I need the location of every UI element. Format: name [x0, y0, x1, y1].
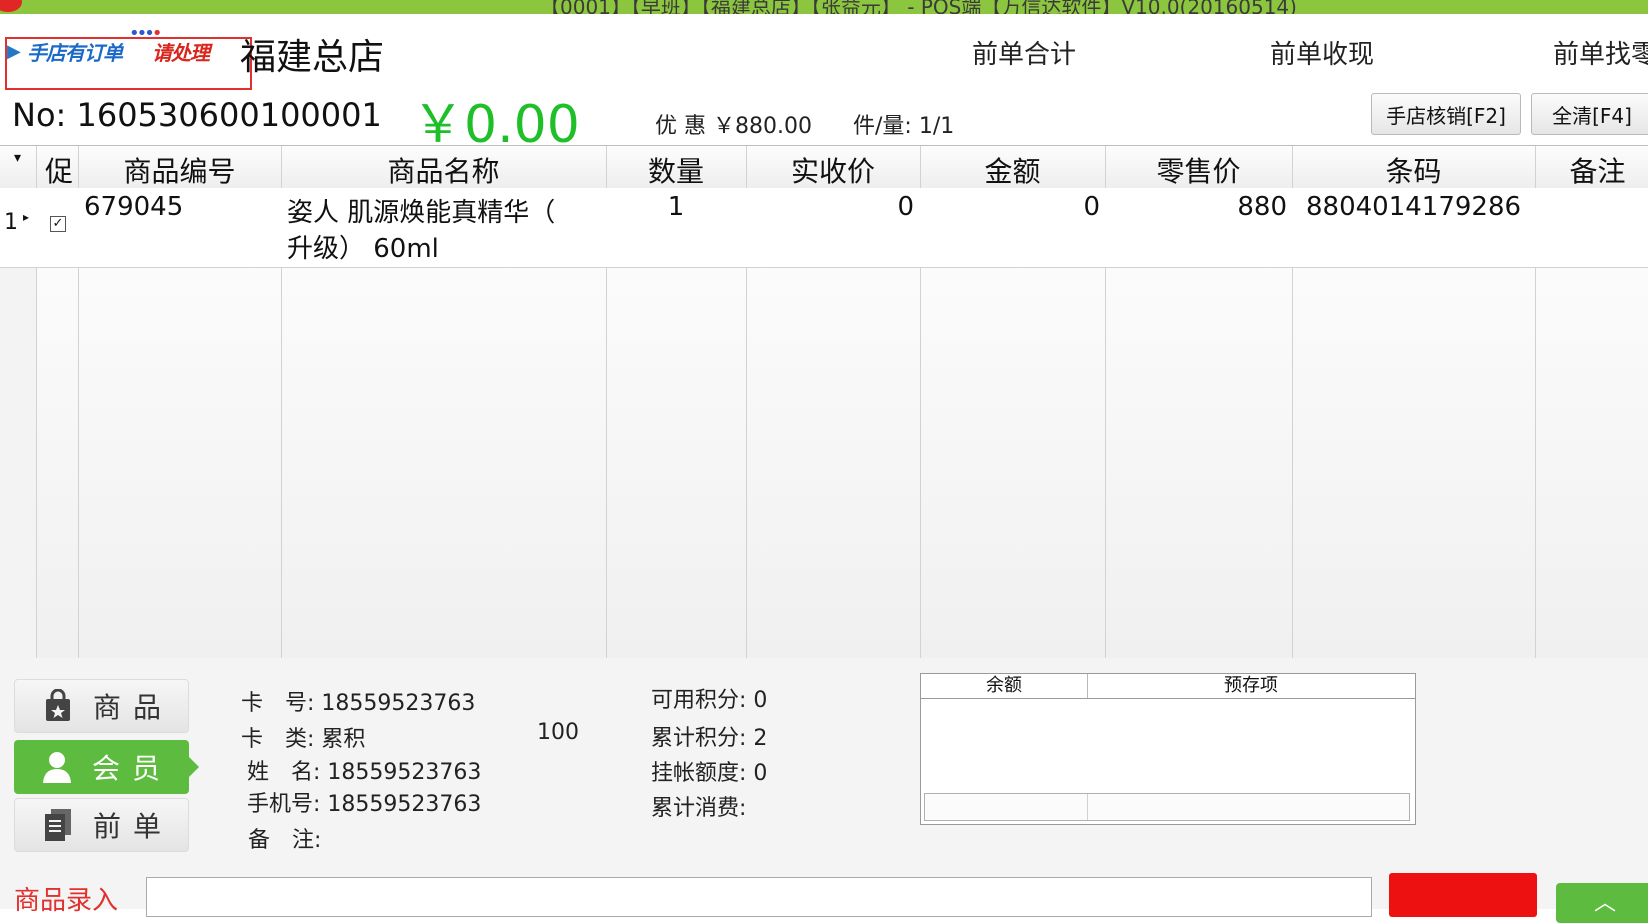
cell-retail-price: 880 [1237, 192, 1287, 222]
col-stored-item[interactable]: 预存项 [1087, 674, 1415, 699]
shop-verify-button[interactable]: 手店核销[F2] [1371, 93, 1521, 135]
prev-order-total: 前单合计 [972, 40, 1077, 70]
col-actual-price[interactable]: 实收价 [746, 150, 920, 190]
document-icon [45, 809, 71, 841]
clear-all-button[interactable]: 全清[F4] [1531, 93, 1648, 135]
side-nav-prev-order-label: 前单 [93, 810, 174, 843]
qty-value: 1/1 [918, 114, 955, 139]
notice-arrow-icon: ▶ [7, 41, 21, 62]
col-product-name[interactable]: 商品名称 [281, 150, 606, 190]
member-name-label: 姓 名: [247, 760, 321, 785]
points-total-value: 2 [753, 726, 768, 751]
checkout-button[interactable] [1389, 873, 1537, 917]
chevron-up-icon: ︿ [1594, 891, 1617, 916]
order-no-value: 160530600100001 [76, 96, 382, 134]
member-remark: 备 注: [248, 822, 321, 854]
product-grid[interactable]: ▾ 促 商品编号 商品名称 数量 实收价 金额 零售价 条码 备注 1 ▸ ✓ … [0, 145, 1648, 659]
side-nav-member-label: 会员 [92, 752, 173, 785]
member-phone-value: 18559523763 [327, 792, 482, 817]
prev-order-change: 前单找零 [1553, 40, 1648, 70]
discount-label: 优 惠 [655, 114, 706, 139]
online-order-notice[interactable]: •••• ▶ 手店有订单 请处理 [5, 23, 252, 90]
member-card-type-value: 累积 [321, 727, 366, 752]
col-amount[interactable]: 金额 [920, 150, 1105, 190]
member-total-spend: 累计消费: [651, 790, 746, 822]
prev-order-cash: 前单收现 [1270, 40, 1375, 70]
sort-dropdown-icon[interactable]: ▾ [14, 150, 21, 166]
cell-amount: 0 [1083, 192, 1100, 222]
order-quantity: 件/量: 1/1 [853, 108, 954, 140]
order-discount: 优 惠 ￥880.00 [655, 108, 812, 140]
col-balance[interactable]: 余额 [921, 674, 1088, 699]
product-input-label: 商品录入 [14, 886, 119, 916]
row-index: 1 [4, 210, 18, 235]
row-pointer-icon: ▸ [23, 210, 30, 224]
cell-barcode: 8804014179286 [1306, 192, 1522, 222]
member-card-no: 卡 号: 18559523763 [241, 685, 475, 717]
member-card-type-extra: 100 [537, 720, 579, 745]
member-card-type-label: 卡 类: [241, 727, 315, 752]
spend-label: 累计消费: [651, 796, 747, 821]
discount-value: ￥880.00 [713, 114, 812, 139]
member-points-total: 累计积分: 2 [651, 720, 767, 752]
col-retail-price[interactable]: 零售价 [1105, 150, 1292, 190]
expand-button[interactable]: ︿ [1556, 883, 1648, 923]
member-card-type: 卡 类: 累积 [241, 721, 365, 753]
col-promo[interactable]: 促 [40, 150, 78, 190]
col-note[interactable]: 备注 [1535, 150, 1648, 190]
col-quantity[interactable]: 数量 [606, 150, 746, 190]
member-name-value: 18559523763 [327, 760, 482, 785]
member-card-no-label: 卡 号: [241, 691, 315, 716]
col-barcode[interactable]: 条码 [1292, 150, 1535, 190]
qty-label: 件/量: [853, 114, 912, 139]
col-product-code[interactable]: 商品编号 [78, 150, 281, 190]
order-number: No: 160530600100001 [12, 96, 382, 134]
member-phone-label: 手机号: [247, 792, 321, 817]
side-nav-products-label: 商品 [93, 691, 174, 724]
stored-value-table[interactable]: 余额 预存项 [920, 673, 1416, 825]
side-nav-prev-order[interactable]: 前单 [14, 798, 189, 852]
member-remark-label: 备 注: [248, 828, 322, 853]
stored-table-footer-cell [925, 794, 1088, 820]
shopping-bag-icon [46, 689, 70, 721]
points-total-label: 累计积分: [651, 726, 747, 751]
member-credit-limit: 挂帐额度: 0 [651, 755, 767, 787]
notice-text: 手店有订单 [27, 41, 123, 65]
member-card-no-value: 18559523763 [321, 691, 476, 716]
member-name: 姓 名: 18559523763 [247, 754, 481, 786]
cell-actual-price: 0 [897, 192, 914, 222]
stored-table-footer [924, 793, 1410, 821]
points-available-label: 可用积分: [651, 688, 747, 713]
table-row[interactable]: 1 ▸ ✓ 679045 姿人 肌源焕能真精华（ 升级） 60ml 1 0 0 … [0, 188, 1648, 268]
credit-label: 挂帐额度: [651, 761, 747, 786]
notice-action-text: 请处理 [152, 41, 210, 65]
window-titlebar: 【0001】【早班】【福建总店】【张益元】 - POS端【万信达软件】V10.0… [0, 0, 1648, 14]
user-icon [43, 752, 71, 783]
store-name: 福建总店 [240, 37, 385, 78]
product-input[interactable] [146, 877, 1372, 917]
member-phone: 手机号: 18559523763 [247, 786, 481, 818]
side-nav-member[interactable]: 会员 [14, 740, 199, 794]
order-no-label: No: [12, 96, 67, 134]
cell-quantity: 1 [667, 192, 685, 222]
promo-checkbox[interactable]: ✓ [50, 216, 66, 232]
cell-product-code: 679045 [84, 192, 184, 222]
points-available-value: 0 [753, 688, 768, 713]
cell-product-name-line2: 升级） 60ml [287, 234, 439, 264]
cell-product-name-line1: 姿人 肌源焕能真精华（ [287, 198, 556, 228]
credit-value: 0 [753, 761, 768, 786]
side-nav-products[interactable]: 商品 [14, 679, 189, 733]
app-icon [0, 0, 22, 12]
window-title: 【0001】【早班】【福建总店】【张益元】 - POS端【万信达软件】V10.0… [540, 0, 1297, 14]
member-points-available: 可用积分: 0 [651, 682, 767, 714]
